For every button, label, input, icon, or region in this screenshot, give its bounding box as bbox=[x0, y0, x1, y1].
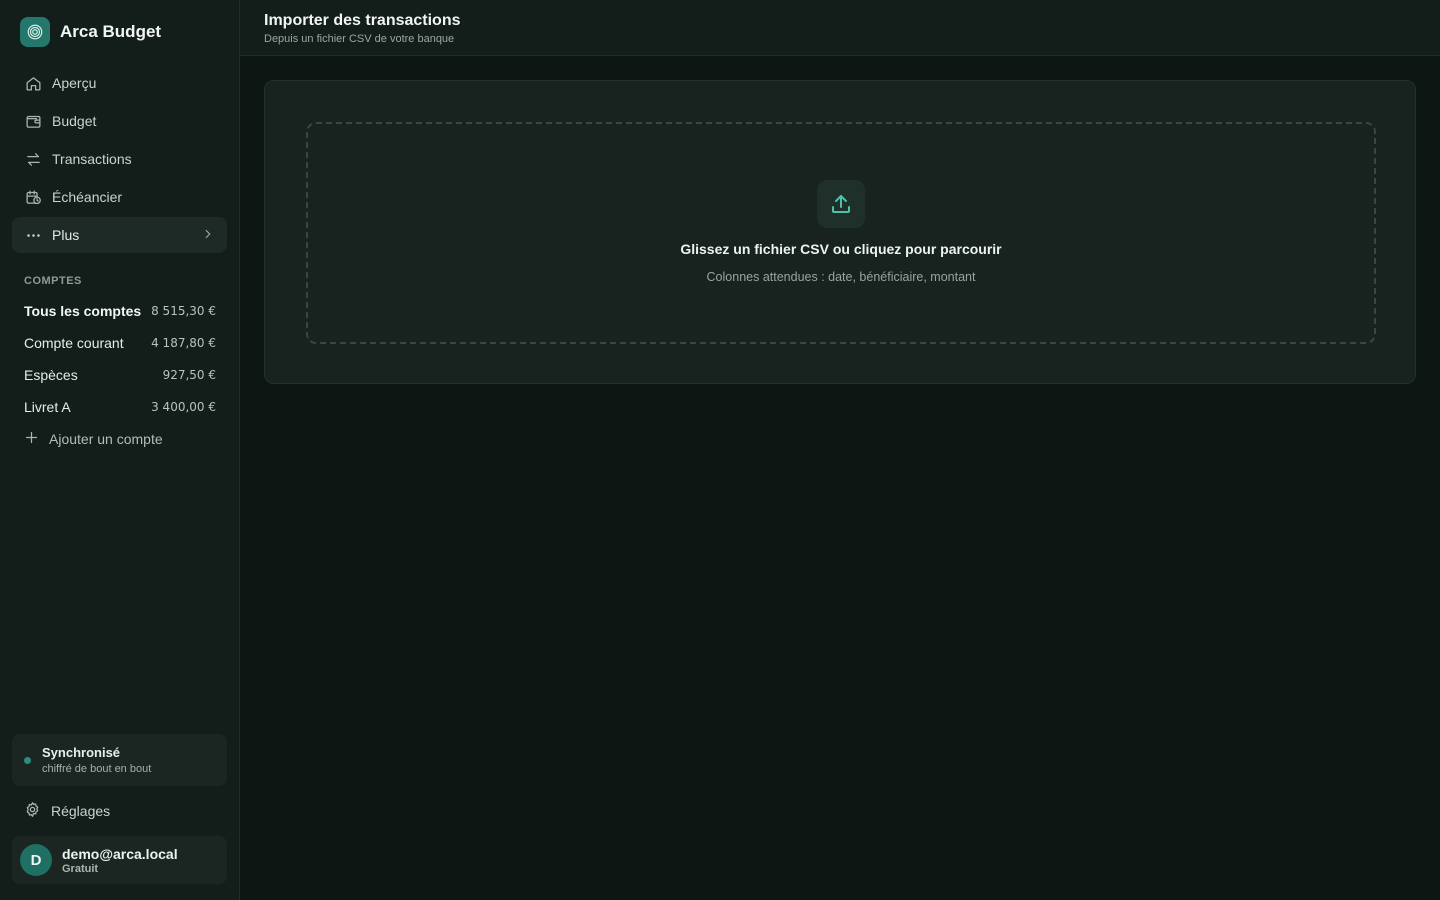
brand[interactable]: Arca Budget bbox=[20, 17, 161, 47]
plus-icon bbox=[24, 430, 39, 448]
upload-icon bbox=[817, 180, 865, 228]
account-name: Tous les comptes bbox=[24, 303, 142, 319]
calendar-clock-icon bbox=[24, 188, 42, 206]
accounts-section-title: COMPTES bbox=[24, 275, 82, 287]
nav-item-plus[interactable]: Plus bbox=[12, 217, 227, 253]
page-header: Importer des transactions Depuis un fich… bbox=[240, 0, 1440, 56]
accounts-list: Tous les comptes 8 515,30 € Compte coura… bbox=[24, 295, 216, 423]
add-account-label: Ajouter un compte bbox=[49, 431, 163, 447]
user-email: demo@arca.local bbox=[62, 846, 178, 862]
avatar: D bbox=[20, 844, 52, 876]
dropzone-title: Glissez un fichier CSV ou cliquez pour p… bbox=[680, 241, 1002, 257]
nav-label: Transactions bbox=[52, 151, 132, 167]
account-amount: 8 515,30 € bbox=[151, 304, 216, 318]
sync-status-dot-icon bbox=[24, 757, 31, 764]
account-amount: 3 400,00 € bbox=[151, 400, 216, 414]
add-account-button[interactable]: Ajouter un compte bbox=[24, 428, 163, 450]
app-name: Arca Budget bbox=[60, 22, 162, 41]
account-item[interactable]: Compte courant 4 187,80 € bbox=[24, 327, 216, 359]
account-amount: 927,50 € bbox=[162, 368, 216, 382]
account-name: Compte courant bbox=[24, 335, 124, 351]
sync-subtitle: chiffré de bout en bout bbox=[42, 763, 152, 775]
nav-label: Plus bbox=[52, 227, 80, 243]
nav-label: Budget bbox=[52, 113, 97, 129]
nav-item-budget[interactable]: Budget bbox=[12, 103, 227, 139]
page-subtitle: Depuis un fichier CSV de votre banque bbox=[264, 33, 455, 45]
wallet-icon bbox=[24, 112, 42, 130]
home-icon bbox=[24, 74, 42, 92]
account-name: Espèces bbox=[24, 367, 78, 383]
account-item[interactable]: Tous les comptes 8 515,30 € bbox=[24, 295, 216, 327]
dropzone-subtitle: Colonnes attendues : date, bénéficiaire,… bbox=[706, 270, 976, 284]
sync-title: Synchronisé bbox=[42, 745, 121, 760]
nav-item-apercu[interactable]: Aperçu bbox=[12, 65, 227, 101]
user-plan: Gratuit bbox=[62, 863, 99, 875]
account-name: Livret A bbox=[24, 399, 71, 415]
account-item[interactable]: Livret A 3 400,00 € bbox=[24, 391, 216, 423]
user-menu[interactable]: D demo@arca.local Gratuit bbox=[12, 836, 227, 884]
chevron-right-icon bbox=[201, 227, 215, 244]
arrows-swap-icon bbox=[24, 150, 42, 168]
nav-item-transactions[interactable]: Transactions bbox=[12, 141, 227, 177]
sync-status: Synchronisé chiffré de bout en bout bbox=[12, 734, 227, 786]
nav-label: Échéancier bbox=[52, 189, 123, 205]
more-dots-icon bbox=[24, 226, 42, 244]
sidebar: Arca Budget Aperçu Budget Transactions É… bbox=[0, 0, 240, 900]
page-title: Importer des transactions bbox=[264, 12, 461, 29]
gear-icon bbox=[24, 801, 41, 821]
settings-label: Réglages bbox=[51, 803, 111, 819]
import-panel: Glissez un fichier CSV ou cliquez pour p… bbox=[264, 80, 1416, 384]
nav-item-echeancier[interactable]: Échéancier bbox=[12, 179, 227, 215]
settings-link[interactable]: Réglages bbox=[24, 800, 110, 822]
nav-label: Aperçu bbox=[52, 75, 97, 91]
account-item[interactable]: Espèces 927,50 € bbox=[24, 359, 216, 391]
account-amount: 4 187,80 € bbox=[151, 336, 216, 350]
main-nav: Aperçu Budget Transactions Échéancier Pl… bbox=[12, 65, 227, 255]
logo-icon bbox=[20, 17, 50, 47]
csv-dropzone[interactable]: Glissez un fichier CSV ou cliquez pour p… bbox=[306, 122, 1376, 344]
